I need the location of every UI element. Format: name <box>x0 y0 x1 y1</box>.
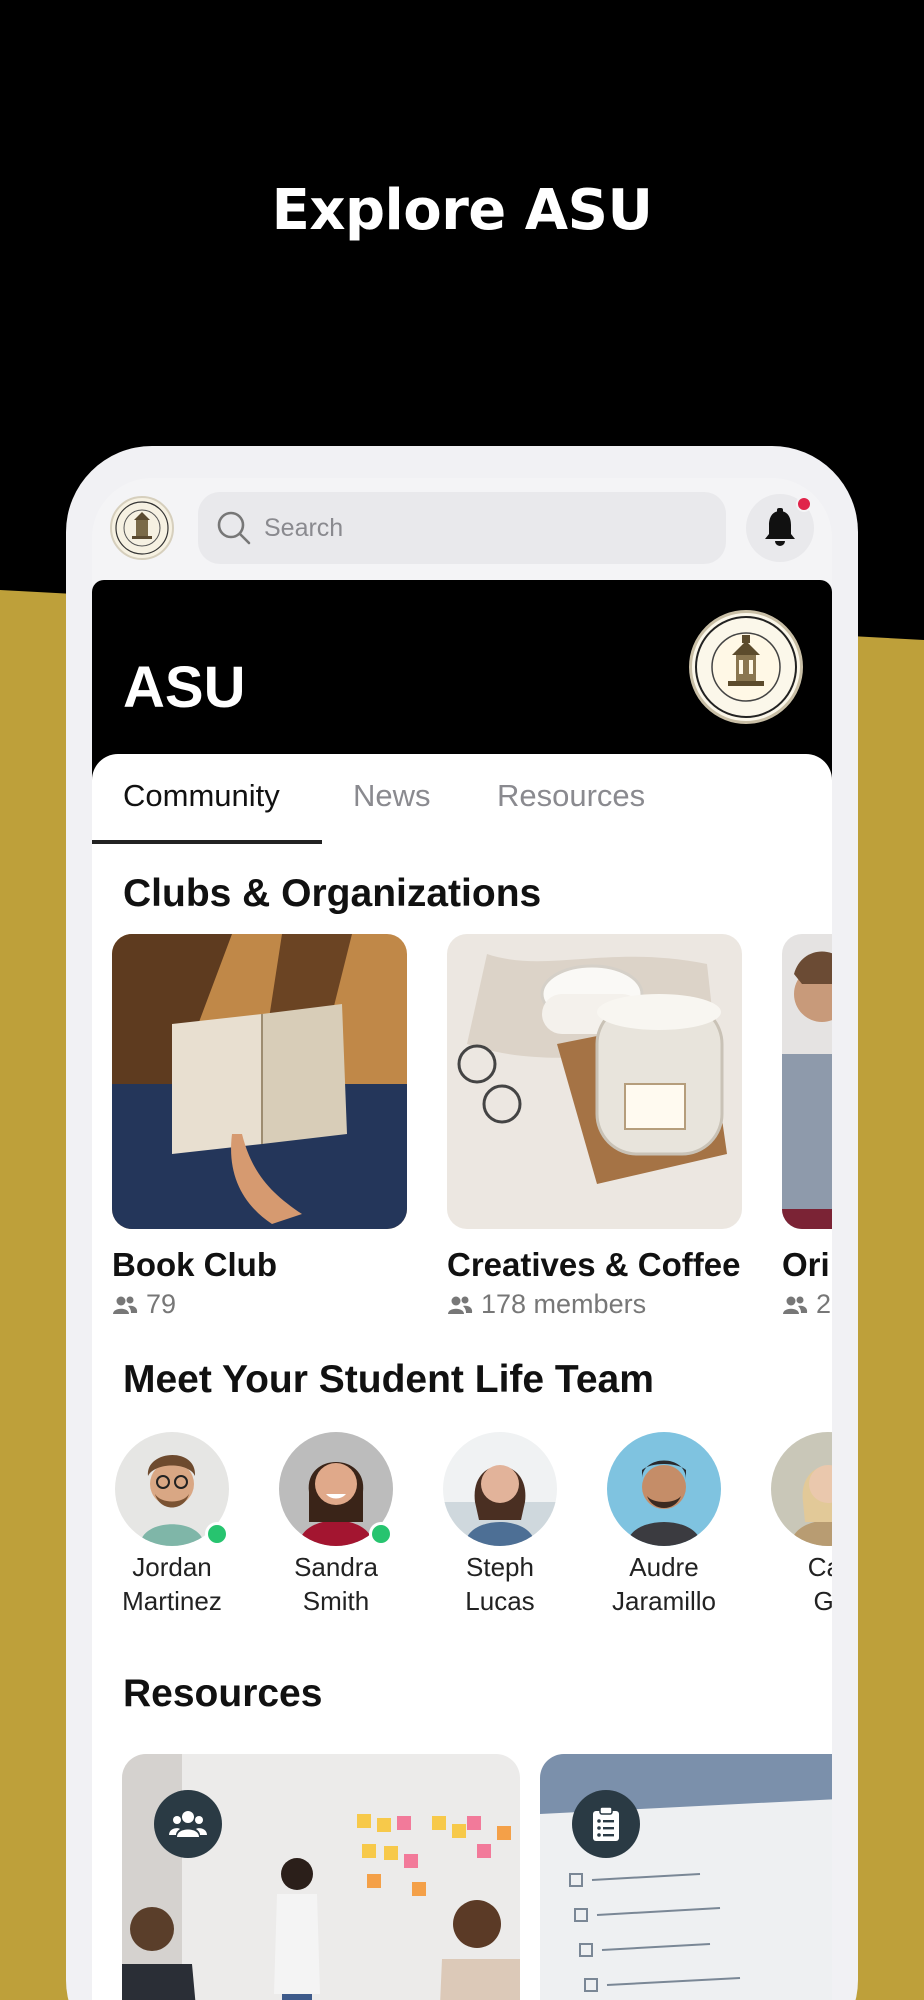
online-indicator <box>205 1522 229 1546</box>
tab-bar: Community News Resources <box>92 754 832 844</box>
team-member[interactable]: Audre Jaramillo <box>589 1432 739 1618</box>
avatar <box>115 1432 229 1546</box>
person-last-name: Martinez <box>122 1586 222 1616</box>
bell-icon <box>765 508 795 546</box>
club-members-text: 79 <box>146 1289 177 1319</box>
club-name[interactable]: Creatives & Coffee <box>447 1246 740 1284</box>
avatar <box>607 1432 721 1546</box>
tab-news[interactable]: News <box>353 778 431 814</box>
creatives-coffee-image[interactable] <box>447 934 742 1229</box>
tab-community[interactable]: Community <box>123 778 280 814</box>
avatar <box>279 1432 393 1546</box>
team-section-title: Meet Your Student Life Team <box>123 1358 654 1401</box>
team-member[interactable]: Steph Lucas <box>425 1432 575 1618</box>
person-first-name: Steph <box>466 1552 534 1582</box>
team-member[interactable]: Cat Gr <box>753 1432 832 1618</box>
club-member-count: 79 <box>112 1289 176 1320</box>
person-first-name: Cat <box>807 1552 832 1582</box>
group-icon <box>154 1790 222 1858</box>
club-name[interactable]: Book Club <box>112 1246 277 1284</box>
club-member-count: 2 <box>782 1289 831 1320</box>
clipboard-list-icon <box>572 1790 640 1858</box>
resources-section-title: Resources <box>123 1672 323 1715</box>
person-first-name: Audre <box>629 1552 699 1582</box>
org-header: ASU <box>92 580 832 780</box>
search-input[interactable] <box>264 513 704 543</box>
notification-badge <box>796 496 812 512</box>
asu-seal-logo <box>689 610 803 724</box>
resource-card[interactable] <box>122 1754 520 2000</box>
person-first-name: Sandra <box>294 1552 378 1582</box>
club-members-text: 2 <box>816 1289 832 1319</box>
orientation-club-image[interactable] <box>782 934 832 1229</box>
members-icon <box>113 1296 138 1314</box>
person-last-name: Smith <box>302 1586 370 1616</box>
content-card: Community News Resources Clubs & Organiz… <box>92 754 832 2000</box>
club-members-text: 178 members <box>481 1289 647 1319</box>
resource-card[interactable] <box>540 1754 832 2000</box>
online-indicator <box>369 1522 393 1546</box>
notifications-button[interactable] <box>746 494 814 562</box>
team-member[interactable]: Sandra Smith <box>261 1432 411 1618</box>
book-club-image[interactable] <box>112 934 407 1229</box>
search-icon <box>217 511 251 545</box>
members-icon <box>448 1296 473 1314</box>
person-last-name: Gr <box>813 1586 832 1616</box>
person-last-name: Lucas <box>465 1586 535 1616</box>
clubs-section-title: Clubs & Organizations <box>123 872 542 915</box>
active-tab-indicator <box>92 840 322 844</box>
person-last-name: Jaramillo <box>611 1586 717 1616</box>
hero-title: Explore ASU <box>271 178 653 243</box>
search-bar[interactable] <box>198 492 726 564</box>
avatar <box>443 1432 557 1546</box>
avatar <box>771 1432 832 1546</box>
club-member-count: 178 members <box>447 1289 646 1320</box>
org-title: ASU <box>123 655 246 720</box>
asu-seal-icon[interactable] <box>110 496 174 560</box>
team-member[interactable]: Jordan Martinez <box>97 1432 247 1618</box>
app-screen: ASU Community News Resources Clubs & Org… <box>92 478 832 2000</box>
top-bar <box>92 478 832 580</box>
tab-resources[interactable]: Resources <box>497 778 645 814</box>
members-icon <box>783 1296 808 1314</box>
club-name[interactable]: Ori <box>782 1246 830 1284</box>
person-first-name: Jordan <box>132 1552 212 1582</box>
